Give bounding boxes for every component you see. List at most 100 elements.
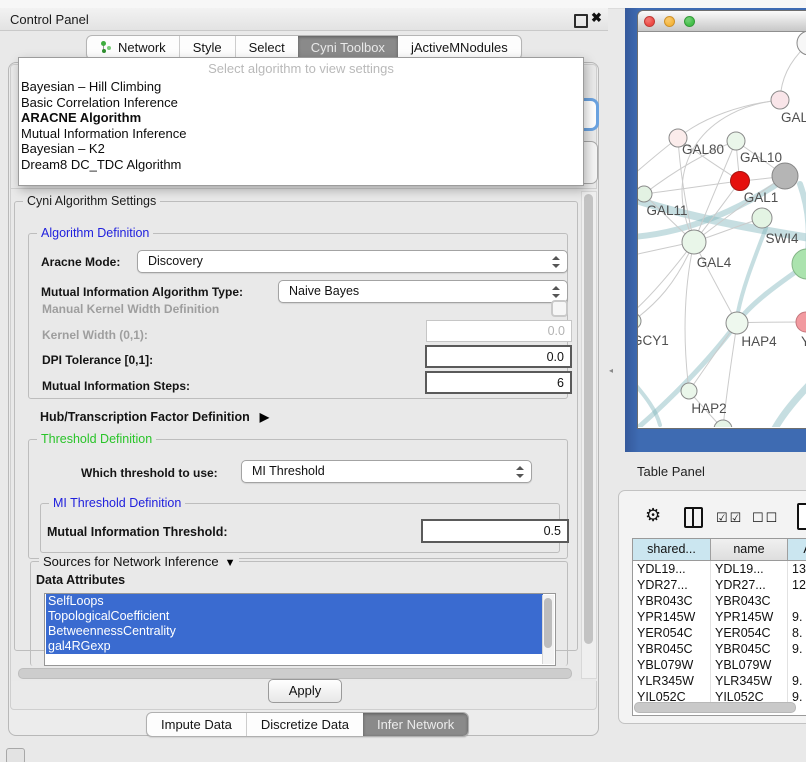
minimize-light[interactable] — [664, 16, 675, 27]
table-row[interactable]: YBR045CYBR045C9. — [633, 641, 806, 657]
checked-pair-icon[interactable]: ☑☑ — [716, 510, 743, 526]
tab-network[interactable]: Network — [87, 36, 179, 59]
network-node-hap2[interactable] — [681, 383, 697, 399]
network-node[interactable] — [772, 163, 798, 189]
network-node-y[interactable] — [796, 312, 806, 332]
table-row[interactable]: YDR27...YDR27...12 — [633, 577, 806, 593]
network-node-gal10[interactable] — [727, 132, 745, 150]
algorithm-dropdown-hint: Select algorithm to view settings — [19, 58, 583, 79]
node-label-gcy1: GCY1 — [638, 333, 669, 348]
table-row[interactable]: YDL19...YDL19...13 — [633, 561, 806, 577]
scrollbar-thumb[interactable] — [18, 668, 572, 679]
table-row[interactable]: YBR043CYBR043C — [633, 593, 806, 609]
scrollbar-thumb[interactable] — [544, 598, 552, 648]
aracne-mode-combobox[interactable]: Discovery — [137, 250, 568, 273]
network-node-gal11[interactable] — [638, 186, 652, 202]
chevron-right-icon: ▶ — [260, 410, 269, 424]
network-node-gal[interactable] — [771, 91, 789, 109]
data-attributes-label: Data Attributes — [36, 573, 125, 587]
close-light[interactable] — [644, 16, 655, 27]
table-row[interactable]: YBL079WYBL079W — [633, 657, 806, 673]
network-node[interactable] — [714, 420, 732, 427]
network-node[interactable] — [797, 32, 806, 55]
dropdown-item-5[interactable]: Dream8 DC_TDC Algorithm — [19, 157, 583, 173]
bottom-tab-infer-network[interactable]: Infer Network — [363, 713, 468, 736]
dropdown-item-1[interactable]: Basic Correlation Inference — [19, 95, 583, 111]
node-attribute-table: shared...nameAYDL19...YDL19...13YDR27...… — [632, 538, 806, 716]
tab-label: jActiveMNodules — [411, 40, 508, 55]
gear-icon[interactable]: ⚙ — [645, 505, 661, 526]
spinner-arrows-icon — [552, 286, 560, 298]
bottom-tab-discretize-data[interactable]: Discretize Data — [246, 713, 363, 736]
scrollbar-thumb[interactable] — [634, 702, 796, 713]
dropdown-item-4[interactable]: Bayesian – K2 — [19, 141, 583, 157]
dropdown-item-3[interactable]: Mutual Information Inference — [19, 126, 583, 142]
attribute-item-3[interactable]: gal4RGexp — [46, 639, 543, 654]
tab-cyni-toolbox[interactable]: Cyni Toolbox — [298, 36, 398, 59]
float-window-icon[interactable] — [574, 14, 588, 28]
mi-type-combobox[interactable]: Naive Bayes — [278, 280, 568, 303]
table-row[interactable]: YLR345WYLR345W9. — [633, 673, 806, 689]
network-window-titlebar[interactable] — [638, 11, 806, 32]
table-horizontal-scrollbar[interactable] — [633, 701, 805, 712]
table-cell: YER054C — [711, 625, 788, 641]
kernel-width-field[interactable]: 0.0 — [426, 320, 572, 342]
tab-select[interactable]: Select — [235, 36, 298, 59]
split-columns-icon[interactable] — [684, 507, 703, 528]
tab-jactivemnodules[interactable]: jActiveMNodules — [398, 36, 521, 59]
table-cell: YPR145W — [711, 609, 788, 625]
column-header-0[interactable]: shared... — [633, 539, 711, 560]
table-cell: 8. — [788, 625, 806, 641]
document-icon[interactable] — [797, 503, 806, 530]
attribute-item-0[interactable]: SelfLoops — [46, 594, 543, 609]
mi-steps-field[interactable]: 6 — [425, 371, 572, 394]
node-label-gal4: GAL4 — [697, 255, 732, 270]
tab-style[interactable]: Style — [179, 36, 235, 59]
column-header-1[interactable]: name — [711, 539, 788, 560]
column-header-2[interactable]: A — [788, 539, 806, 560]
mi-threshold-field[interactable]: 0.5 — [421, 519, 569, 543]
unchecked-pair-icon[interactable]: ☐☐ — [752, 510, 779, 526]
network-node-gal1[interactable] — [731, 172, 750, 191]
split-columns-divider — [692, 509, 694, 526]
splitter-collapse-icon[interactable]: ◂ — [609, 366, 613, 375]
aracne-mode-value: Discovery — [148, 254, 203, 268]
dropdown-item-0[interactable]: Bayesian – Hill Climbing — [19, 79, 583, 95]
attribute-item-2[interactable]: BetweennessCentrality — [46, 624, 543, 639]
table-cell: YBL079W — [633, 657, 711, 673]
manual-kernel-checkbox[interactable] — [551, 300, 568, 317]
network-canvas[interactable]: GALGAL80GAL10GAL1GAL11SWI4GAL4GCY1HAP4YH… — [638, 32, 806, 427]
which-threshold-combobox[interactable]: MI Threshold — [241, 460, 532, 483]
attribute-item-1[interactable]: TopologicalCoefficient — [46, 609, 543, 624]
close-icon[interactable]: ✖ — [591, 10, 602, 26]
sources-toggle[interactable]: Sources for Network Inference▼ — [39, 554, 239, 569]
settings-vertical-scrollbar[interactable] — [581, 191, 597, 679]
which-threshold-label: Which threshold to use: — [81, 466, 218, 480]
list-vertical-scrollbar[interactable] — [542, 595, 554, 664]
network-window-frame: GALGAL80GAL10GAL1GAL11SWI4GAL4GCY1HAP4YH… — [625, 8, 806, 452]
node-label-hap4: HAP4 — [741, 334, 777, 349]
table-cell: YBR043C — [633, 593, 711, 609]
bottom-tab-impute-data[interactable]: Impute Data — [147, 713, 246, 736]
zoom-light[interactable] — [684, 16, 695, 27]
apply-button[interactable]: Apply — [268, 679, 342, 703]
network-node-swi4[interactable] — [752, 208, 772, 228]
dpi-tolerance-field[interactable]: 0.0 — [425, 345, 572, 368]
settings-horizontal-scrollbar[interactable] — [16, 667, 576, 678]
scrollbar-thumb[interactable] — [584, 194, 593, 644]
algorithm-dropdown-items: Bayesian – Hill ClimbingBasic Correlatio… — [19, 79, 583, 172]
table-row[interactable]: YPR145WYPR145W9. — [633, 609, 806, 625]
table-cell: YER054C — [633, 625, 711, 641]
dropdown-item-2[interactable]: ARACNE Algorithm — [19, 110, 583, 126]
mi-threshold-group-title: MI Threshold Definition — [49, 496, 185, 510]
node-label-gal: GAL — [781, 110, 806, 125]
mi-threshold-label: Mutual Information Threshold: — [47, 525, 228, 539]
data-attributes-list[interactable]: SelfLoopsTopologicalCoefficientBetweenne… — [44, 593, 556, 666]
minimized-panel-icon[interactable] — [6, 748, 25, 762]
table-row[interactable]: YER054CYER054C8. — [633, 625, 806, 641]
hub-definition-toggle[interactable]: Hub/Transcription Factor Definition▶ — [40, 410, 269, 424]
table-cell: YBR045C — [633, 641, 711, 657]
network-node-gal4[interactable] — [682, 230, 706, 254]
table-cell: YDL19... — [633, 561, 711, 577]
network-node-hap4[interactable] — [726, 312, 748, 334]
